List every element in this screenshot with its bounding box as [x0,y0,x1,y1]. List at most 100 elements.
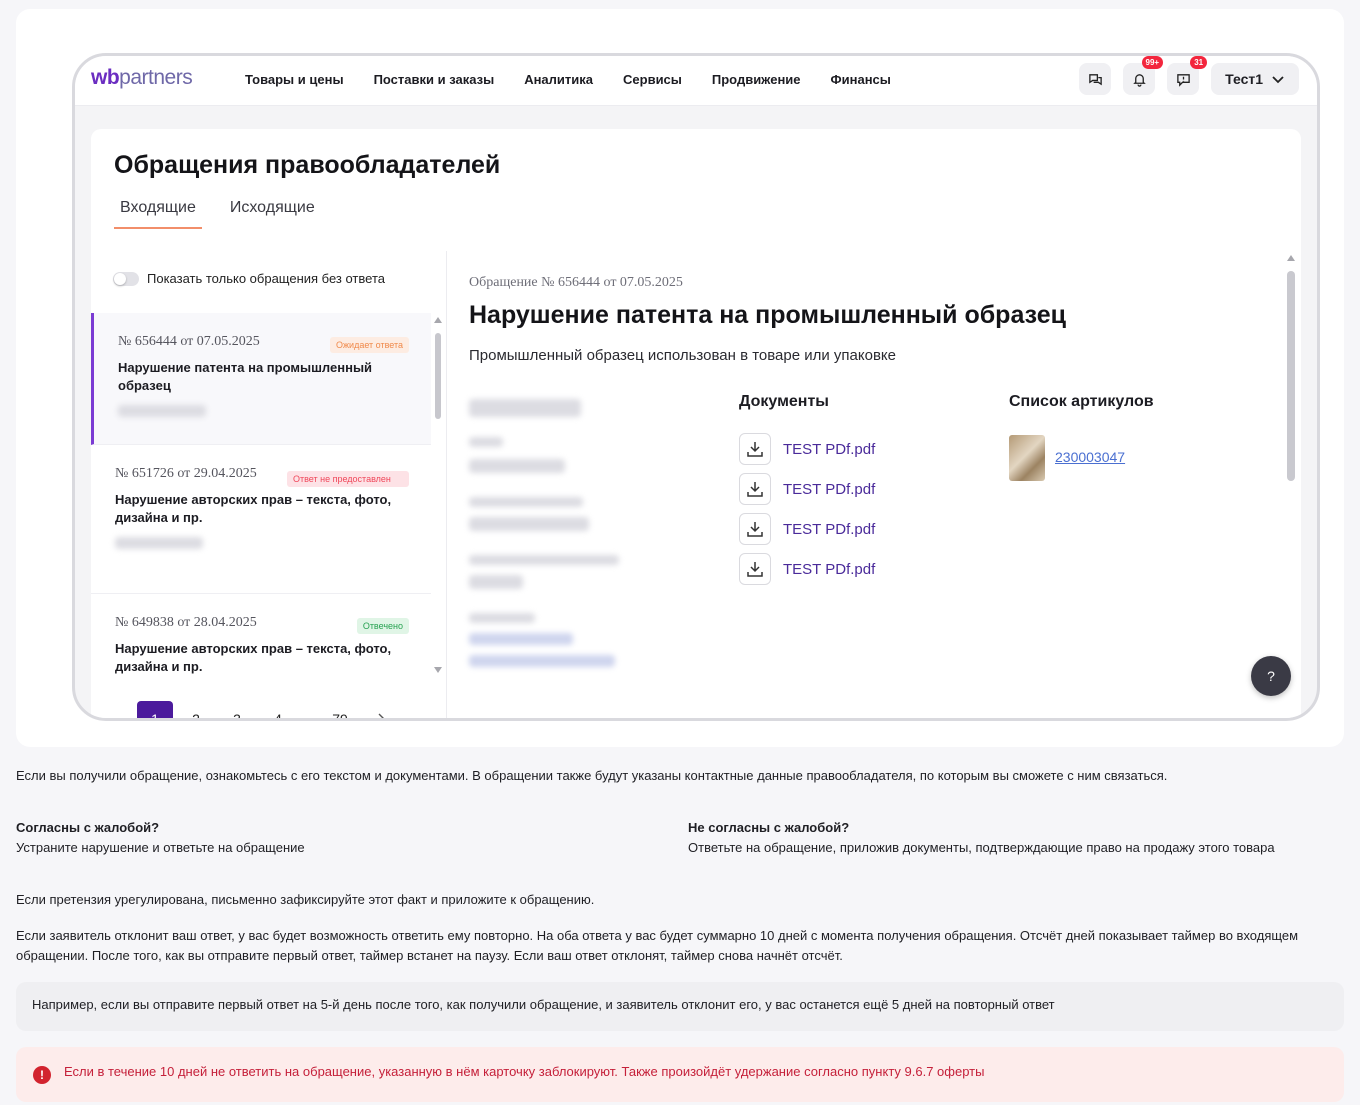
documents-title: Документы [739,393,829,410]
page-button[interactable]: 1 [137,701,173,718]
page-title: Обращения правообладателей [114,151,501,179]
bell-icon [1132,73,1146,87]
list-item[interactable]: № 649838 от 28.04.2025 Отвечено Нарушени… [91,594,431,683]
blurred-text [469,437,503,447]
blurred-text [469,555,619,565]
nav-item-supplies[interactable]: Поставки и заказы [374,72,495,87]
request-detail-panel: Обращение № 656444 от 07.05.2025 Нарушен… [447,251,1297,718]
status-badge: Отвечено [356,618,409,634]
document-name[interactable]: TEST PDf.pdf [783,561,875,578]
request-title: Нарушение авторских прав – текста, фото,… [115,492,392,525]
blurred-text [469,575,523,589]
download-icon[interactable] [739,433,771,465]
chat-button[interactable] [1079,63,1112,95]
nav-item-products[interactable]: Товары и цены [245,72,344,87]
document-name[interactable]: TEST PDf.pdf [783,521,875,538]
blurred-text [469,517,589,531]
messages-badge: 31 [1190,56,1208,69]
agree-title: Согласны с жалобой? [16,820,160,835]
nav-icons: 99+ 31 Тест1 [1067,56,1299,95]
scroll-up-icon[interactable] [1287,255,1295,261]
page-ellipsis: ... [303,711,315,721]
warning-box: ! Если в течение 10 дней не ответить на … [16,1047,1344,1102]
scroll-up-icon[interactable] [434,317,442,323]
user-name: Тест1 [1225,71,1263,87]
status-badge: Ожидает ответа [330,337,409,353]
detail-title: Нарушение патента на промышленный образе… [469,301,1067,329]
list-item[interactable]: № 656444 от 07.05.2025 Ожидает ответа На… [91,313,431,445]
nav-item-finance[interactable]: Финансы [831,72,891,87]
download-icon[interactable] [739,513,771,545]
example-box: Например, если вы отправите первый ответ… [16,982,1344,1031]
top-navigation: wbpartners Товары и цены Поставки и зака… [75,56,1317,106]
blurred-text [115,537,203,549]
blurred-text [469,613,535,623]
alert-icon: ! [33,1066,51,1084]
chat-icon [1088,73,1102,85]
messages-button[interactable]: 31 [1167,56,1208,95]
article-link[interactable]: 230003047 [1055,449,1125,465]
document-item[interactable]: TEST PDf.pdf [739,473,875,505]
page-button[interactable]: 3 [219,701,255,718]
user-menu-button[interactable]: Тест1 [1211,63,1299,95]
document-item[interactable]: TEST PDf.pdf [739,553,875,585]
blurred-link [469,655,615,667]
page-button[interactable]: 79 [322,701,358,718]
nav-item-services[interactable]: Сервисы [623,72,682,87]
disagree-text: Ответьте на обращение, приложив документ… [688,840,1275,855]
product-thumbnail[interactable] [1009,435,1045,481]
notifications-badge: 99+ [1141,56,1164,69]
chevron-right-icon [378,713,384,718]
download-icon[interactable] [739,473,771,505]
unanswered-toggle-label: Показать только обращения без ответа [147,271,385,286]
chevron-down-icon [1272,76,1284,84]
warning-text: Если в течение 10 дней не ответить на об… [64,1064,985,1079]
main-content: Обращения правообладателей Входящие Исхо… [91,129,1301,721]
next-page-button[interactable] [363,701,399,718]
blurred-text [469,459,565,473]
notifications-button[interactable]: 99+ [1123,56,1164,95]
blurred-link [469,633,573,645]
message-icon [1176,73,1190,87]
disagree-title: Не согласны с жалобой? [688,820,850,835]
nav-item-promotion[interactable]: Продвижение [712,72,801,87]
rejection-text: Если заявитель отклонит ваш ответ, у вас… [16,928,1299,963]
tab-incoming[interactable]: Входящие [114,199,202,229]
unanswered-toggle[interactable] [113,271,139,286]
document-item[interactable]: TEST PDf.pdf [739,433,875,465]
detail-subtitle: Промышленный образец использован в товар… [469,347,897,364]
scroll-down-icon[interactable] [434,667,442,673]
page-button[interactable]: 2 [178,701,214,718]
blurred-text [118,405,206,417]
detail-scrollbar[interactable] [1287,255,1295,491]
help-button[interactable]: ? [1251,656,1291,696]
screenshot-card: wbpartners Товары и цены Поставки и зака… [16,9,1344,747]
wbpartners-logo[interactable]: wbpartners [91,66,193,90]
detail-meta: Обращение № 656444 от 07.05.2025 [469,275,683,290]
articles-title: Список артикулов [1009,393,1154,410]
nav-menu: Товары и цены Поставки и заказы Аналитик… [245,72,921,87]
requests-list-panel: Показать только обращения без ответа № 6… [91,251,447,721]
nav-item-analytics[interactable]: Аналитика [524,72,593,87]
document-name[interactable]: TEST PDf.pdf [783,481,875,498]
requests-list: № 656444 от 07.05.2025 Ожидает ответа На… [91,313,431,683]
document-name[interactable]: TEST PDf.pdf [783,441,875,458]
page-button[interactable]: 4 [260,701,296,718]
tab-outgoing[interactable]: Исходящие [224,199,321,229]
unanswered-filter[interactable]: Показать только обращения без ответа [113,271,385,286]
list-item[interactable]: № 651726 от 29.04.2025 Ответ не предоста… [91,445,431,594]
blurred-text [469,497,583,507]
list-scrollbar-thumb[interactable] [435,333,441,419]
download-icon[interactable] [739,553,771,585]
detail-scrollbar-thumb[interactable] [1287,271,1295,481]
request-number: № 649838 от 28.04.2025 [115,615,257,630]
request-number: № 656444 от 07.05.2025 [118,334,260,349]
agree-text: Устраните нарушение и ответьте на обраще… [16,840,305,855]
request-number: № 651726 от 29.04.2025 [115,466,257,481]
request-title: Нарушение патента на промышленный образе… [118,360,373,393]
document-item[interactable]: TEST PDf.pdf [739,513,875,545]
device-frame: wbpartners Товары и цены Поставки и зака… [72,53,1320,721]
pagination: 1 2 3 4 ... 79 [137,701,404,721]
list-scrollbar[interactable] [434,317,442,673]
request-title: Нарушение авторских прав – текста, фото,… [115,641,392,674]
